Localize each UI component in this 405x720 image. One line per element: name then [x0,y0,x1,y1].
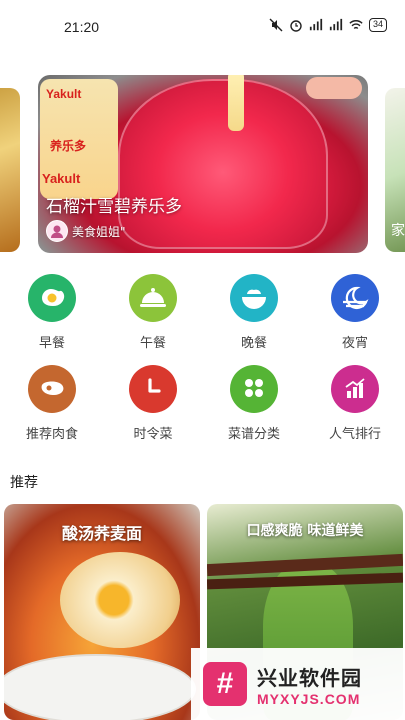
category-row: 早餐 午餐 晚餐 夜宵 [0,274,405,351]
site-watermark: # 兴业软件园 MYXYJS.COM [191,648,405,720]
watermark-logo: # [203,662,247,706]
category-popular[interactable]: 人气排行 [327,365,383,442]
battery-icon: 34 [368,18,387,32]
bottle-brand-text: Yakult [46,87,82,101]
watermark-text: 兴业软件园 MYXYJS.COM [257,662,362,707]
yakult-bottle-image: Yakult 养乐多 Yakult [40,79,118,199]
author-name: 美食姐姐" [72,224,126,239]
bottle-text: 养乐多 [50,139,87,153]
status-icons: 34 [269,18,387,32]
category-label: 人气排行 [328,427,381,442]
category-recipe-types[interactable]: 菜谱分类 [226,365,282,442]
corner-logo [306,77,362,99]
pour-stream-image [228,75,244,131]
status-bar: 21:20 34 [0,0,405,56]
category-label: 时令菜 [133,427,173,442]
recommendation-card[interactable]: 酸汤荞麦面 [4,504,200,720]
category-label: 早餐 [38,336,65,351]
author-avatar [46,220,68,242]
grid-icon [230,365,278,413]
status-time: 21:20 [64,19,100,35]
fried-egg-image [60,552,180,648]
slide-author[interactable]: 美食姐姐" [46,220,126,242]
category-label: 推荐肉食 [25,427,78,442]
drink-glass-image [118,79,328,249]
signal-hd-icon [329,18,343,32]
category-lunch[interactable]: 午餐 [125,274,181,351]
carousel-next-title: 家 [391,223,405,239]
carousel-slide-next[interactable]: 家 [385,88,405,252]
category-label: 夜宵 [341,336,368,351]
slide-title: 石榴汁雪碧养乐多 [46,197,182,217]
chart-icon [331,365,379,413]
mute-icon [269,18,283,32]
category-breakfast[interactable]: 早餐 [24,274,80,351]
category-label: 菜谱分类 [227,427,280,442]
moon-icon [331,274,379,322]
recommendation-caption: 酸汤荞麦面 [61,524,142,543]
category-dinner[interactable]: 晚餐 [226,274,282,351]
category-label: 晚餐 [240,336,267,351]
category-row: 推荐肉食 时令菜 菜谱分类 人气排行 [0,365,405,442]
watermark-main: 兴业软件园 [257,665,362,690]
carousel-slide-prev[interactable] [0,88,20,252]
category-late-night[interactable]: 夜宵 [327,274,383,351]
wifi-icon [349,18,363,32]
cloche-icon [129,274,177,322]
alarm-icon [289,18,303,32]
clock-icon [129,365,177,413]
category-seasonal[interactable]: 时令菜 [125,365,181,442]
category-meat[interactable]: 推荐肉食 [24,365,80,442]
category-grid: 早餐 午餐 晚餐 夜宵 推荐肉食 时令菜 菜谱分类 人气排行 [0,274,405,456]
meat-icon [28,365,76,413]
bowl-image [4,654,196,720]
carousel-slide-main[interactable]: Yakult 养乐多 Yakult 石榴汁雪碧养乐多 美食姐姐" [38,75,368,253]
category-label: 午餐 [139,336,166,351]
recommendation-caption: 口感爽脆 味道鲜美 [246,523,364,539]
section-title: 推荐 [10,475,38,491]
egg-icon [28,274,76,322]
signal-hd-icon [309,18,323,32]
bottle-brand-text-2: Yakult [42,171,81,186]
watermark-sub: MYXYJS.COM [257,690,361,707]
bowl-icon [230,274,278,322]
